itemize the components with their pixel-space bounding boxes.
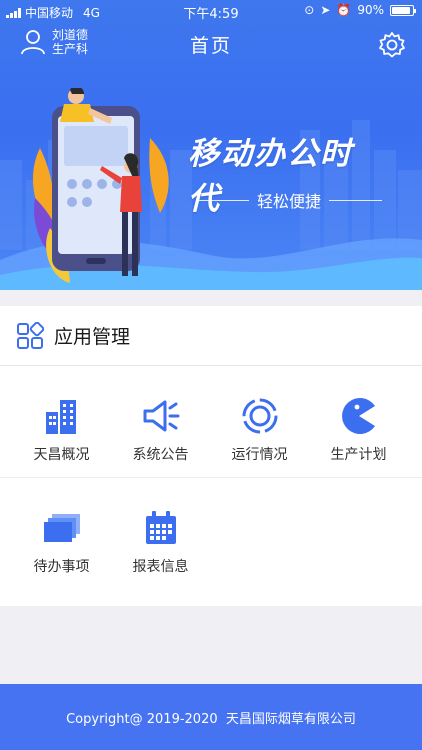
section-header: 应用管理 (0, 306, 422, 366)
top-nav: 刘道德 生产科 首页 (0, 22, 422, 66)
battery-icon (390, 4, 416, 16)
app-row: 天昌概况 系统公告 运行情况 生产计划 (0, 366, 422, 478)
app-system-notice[interactable]: 系统公告 (111, 366, 210, 478)
alarm-icon: ⏰ (336, 3, 352, 17)
app-label: 生产计划 (330, 447, 387, 463)
section-title: 应用管理 (54, 326, 131, 348)
apps-grid-icon (17, 321, 44, 349)
battery-percent: 90% (357, 3, 384, 17)
page-title: 首页 (189, 35, 232, 57)
circle-gauge-icon (242, 398, 277, 434)
banner-subslogan-text: 轻松便捷 (257, 192, 322, 211)
building-icon (45, 400, 76, 434)
app-report-info[interactable]: 报表信息 (111, 478, 210, 590)
calendar-icon (145, 511, 176, 544)
footer: Copyright@ 2019-2020 天昌国际烟草有限公司 (0, 684, 422, 750)
copyright-text: Copyright@ 2019-2020 天昌国际烟草有限公司 (66, 711, 356, 727)
app-production-plan[interactable]: 生产计划 (309, 366, 408, 478)
pie-pacman-icon (341, 398, 375, 434)
hero-banner: 中国移动 4G 下午4:59 ⊙ ➤ ⏰ 90% 刘道德 生产科 首页 移动办公… (0, 0, 422, 290)
app-operation-status[interactable]: 运行情况 (210, 366, 309, 478)
lock-rotation-icon: ⊙ (304, 3, 315, 17)
location-icon: ➤ (320, 3, 331, 17)
banner-subslogan: 轻松便捷 (196, 188, 383, 212)
app-todo[interactable]: 待办事项 (12, 478, 111, 590)
app-label: 天昌概况 (33, 447, 90, 463)
app-tianchang-overview[interactable]: 天昌概况 (12, 366, 111, 478)
status-bar: 中国移动 4G 下午4:59 ⊙ ➤ ⏰ 90% (0, 0, 422, 22)
app-management-card: 应用管理 天昌概况 系统公告 运行情况 生产计划 待办事项 报表信息 (0, 306, 422, 606)
app-label: 运行情况 (231, 447, 288, 463)
phone-illustration (32, 88, 169, 283)
stacked-cards-icon (43, 514, 80, 542)
app-label: 待办事项 (33, 559, 90, 575)
app-label: 系统公告 (132, 447, 189, 463)
megaphone-icon (143, 400, 179, 432)
app-label: 报表信息 (132, 559, 189, 575)
gear-icon[interactable] (378, 31, 406, 59)
app-row: 待办事项 报表信息 (0, 478, 422, 590)
